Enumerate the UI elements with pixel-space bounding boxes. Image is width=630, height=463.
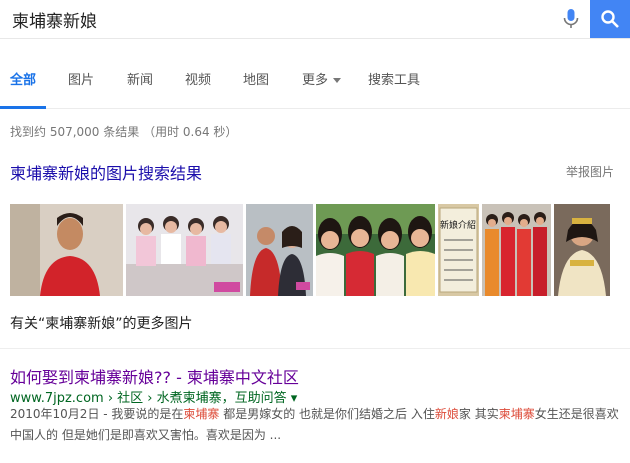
divider — [0, 348, 630, 349]
image-results-title[interactable]: 柬埔寨新娘的图片搜索结果 — [10, 160, 202, 184]
sign-board-text: 新娘介紹 — [440, 219, 476, 231]
women-orange-dress-photo-icon — [482, 204, 551, 296]
search-input[interactable]: 柬埔寨新娘 — [12, 7, 97, 32]
tab-all[interactable]: 全部 — [10, 69, 36, 88]
search-bar: 柬埔寨新娘 — [0, 0, 630, 39]
result-stats: 找到约 507,000 条结果 （用时 0.64 秒） — [10, 125, 238, 139]
couple-photo-icon — [246, 204, 313, 296]
group-women-sitting-photo-icon — [126, 204, 243, 296]
tab-more-label: 更多 — [302, 73, 329, 88]
report-images-link[interactable]: 举报图片 — [566, 163, 614, 180]
image-thumbnail[interactable] — [246, 204, 313, 296]
microphone-icon[interactable] — [561, 8, 581, 30]
chevron-down-icon — [333, 78, 342, 83]
smiling-women-group-photo-icon — [316, 204, 435, 296]
tab-news[interactable]: 新闻 — [127, 69, 153, 88]
snippet-text: 2010年10月2日 - 我要说的是在 — [10, 407, 184, 421]
snippet-highlight: 柬埔寨 — [498, 407, 535, 421]
tab-more[interactable]: 更多 — [302, 69, 342, 88]
image-thumbnail[interactable] — [10, 204, 123, 296]
tab-videos[interactable]: 视频 — [185, 69, 211, 88]
bride-photo-icon — [554, 204, 610, 296]
snippet-text: 都是男嫁女的 也就是你们结婚之后 入住 — [219, 407, 435, 421]
more-images-link[interactable]: 有关“柬埔寨新娘”的更多图片 — [10, 313, 193, 333]
woman-red-dress-photo-icon — [10, 204, 123, 296]
result-title-link[interactable]: 如何娶到柬埔寨新娘?? - 柬埔寨中文社区 — [10, 364, 299, 388]
tab-search-tools[interactable]: 搜索工具 — [368, 69, 420, 88]
active-tab-indicator — [0, 106, 46, 109]
image-thumbnail[interactable] — [482, 204, 551, 296]
snippet-text: 家 其实 — [458, 407, 499, 421]
search-tabs: 全部 图片 新闻 视频 地图 更多 搜索工具 — [0, 52, 630, 109]
result-snippet: 2010年10月2日 - 我要说的是在柬埔寨 都是男嫁女的 也就是你们结婚之后 … — [10, 404, 622, 446]
sign-board-photo-icon: 新娘介紹 — [438, 204, 479, 296]
image-thumbnail[interactable] — [316, 204, 435, 296]
snippet-highlight: 新娘 — [434, 407, 459, 421]
image-thumbnail[interactable] — [554, 204, 610, 296]
search-icon — [601, 10, 619, 28]
search-button[interactable] — [590, 0, 630, 38]
snippet-highlight: 柬埔寨 — [183, 407, 220, 421]
tab-images[interactable]: 图片 — [68, 69, 94, 88]
image-thumbnail[interactable]: 新娘介紹 — [438, 204, 479, 296]
image-thumbnail[interactable] — [126, 204, 243, 296]
tab-maps[interactable]: 地图 — [243, 69, 269, 88]
